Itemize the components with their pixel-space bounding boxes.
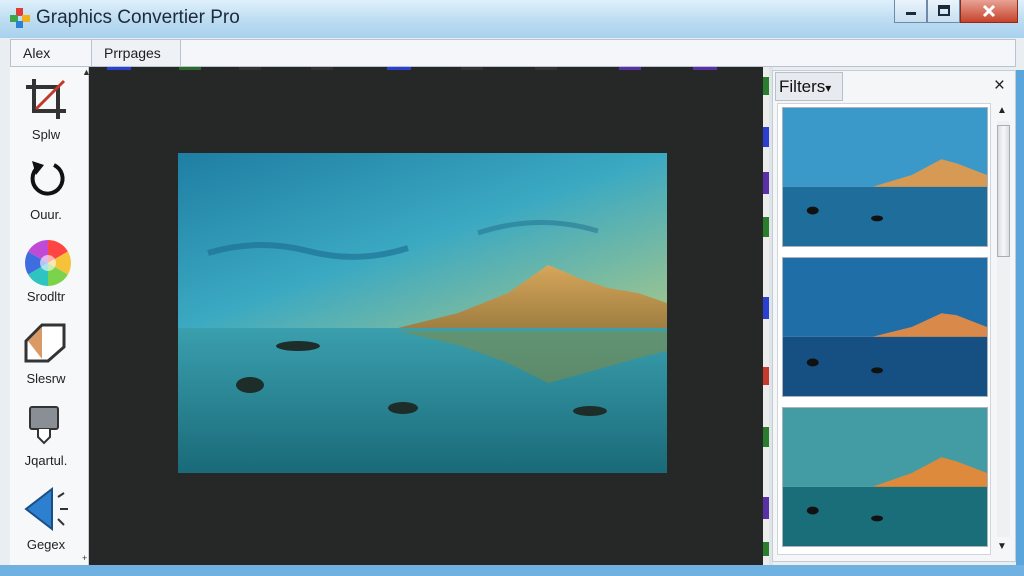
ruler-marks (107, 67, 717, 70)
funnel-icon (29, 406, 59, 445)
filters-panel: Filters▾ × ▲ ▼ (772, 70, 1016, 562)
tool-label-filter: Jqartul. (24, 453, 68, 468)
title-bar[interactable]: Graphics Convertier Pro (0, 0, 1024, 38)
filter-thumbnail-list (777, 103, 991, 555)
close-icon (982, 4, 996, 18)
filter-thumbnail-2[interactable] (782, 257, 988, 397)
rotate-icon (30, 161, 65, 196)
filters-scrollbar[interactable]: ▲ ▼ (993, 103, 1013, 557)
tool-label-audio: Gegex (26, 537, 66, 552)
window-border-bottom (0, 565, 1024, 576)
scroll-down-icon[interactable]: + (82, 553, 87, 563)
app-logo-icon (10, 8, 30, 28)
landscape-photo (178, 153, 667, 473)
toolbar-scrollbar[interactable]: ▲ + (82, 67, 91, 565)
tool-label-shape: Slesrw (26, 371, 66, 386)
minimize-icon (905, 12, 916, 15)
tab-bar: Alex Prrpages (10, 39, 1016, 67)
speaker-icon (24, 487, 68, 532)
scrollbar-thumb[interactable] (997, 125, 1010, 257)
color-wheel-icon (25, 240, 71, 286)
tag-shape-icon (24, 323, 66, 363)
filters-close-icon[interactable]: × (994, 75, 1005, 97)
tool-label-color: Srodltr (26, 289, 66, 304)
filter-thumbnail-1[interactable] (782, 107, 988, 247)
tool-rotate[interactable]: Ouur. (10, 149, 82, 229)
filters-header: Filters▾ × (773, 71, 1015, 103)
tab-prrpages[interactable]: Prrpages (91, 40, 181, 66)
close-button[interactable] (960, 0, 1018, 23)
tool-palette: Splw Ouur. Srodltr Slesrw Jqartul. Gegex… (10, 67, 91, 565)
tool-label-rotate: Ouur. (30, 207, 62, 222)
window-title: Graphics Convertier Pro (36, 7, 240, 28)
window-controls (894, 0, 1018, 24)
tool-shape[interactable]: Slesrw (10, 313, 82, 393)
scroll-up-icon[interactable]: ▲ (997, 105, 1007, 116)
scroll-down-icon[interactable]: ▼ (997, 541, 1007, 552)
tool-color[interactable]: Srodltr (10, 231, 82, 311)
maximize-icon (937, 5, 950, 16)
window-border-right (1016, 70, 1024, 576)
app-window: Graphics Convertier Pro Alex Prrpages Sp (0, 0, 1024, 576)
crop-icon (26, 79, 66, 119)
tool-crop[interactable]: Splw (10, 69, 82, 149)
filter-thumbnail-3[interactable] (782, 407, 988, 547)
maximize-button[interactable] (927, 0, 960, 23)
tool-audio[interactable]: Gegex (10, 479, 82, 559)
chevron-down-icon: ▾ (825, 81, 832, 95)
canvas-area[interactable] (89, 67, 763, 565)
filters-dropdown[interactable]: Filters▾ (775, 72, 843, 101)
tab-alex[interactable]: Alex (11, 40, 91, 66)
filters-title: Filters (779, 77, 826, 96)
minimize-button[interactable] (894, 0, 927, 23)
tool-label-crop: Splw (31, 127, 61, 142)
tool-filter[interactable]: Jqartul. (10, 395, 82, 475)
